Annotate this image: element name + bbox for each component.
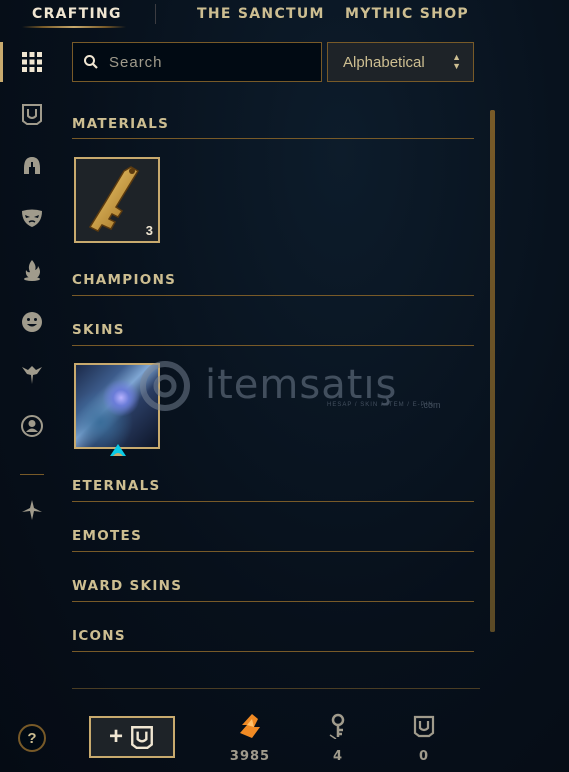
add-chest-button[interactable]: + [89,716,175,758]
chest-icon [413,715,435,738]
sidebar-item-other[interactable] [16,494,48,526]
watermark-domain: .com [421,400,441,410]
sidebar-item-champions[interactable] [16,150,48,182]
sidebar-divider [20,474,44,475]
sort-arrows-icon: ▲ ▼ [452,52,461,71]
sidebar-item-emotes[interactable] [16,306,48,338]
grid-icon [22,52,42,72]
chest-icon [131,726,153,750]
material-count: 3 [145,223,153,238]
currency-value: 0 [418,749,430,764]
watermark: itemsatış HESAP / SKIN / ITEM / E-PIN .c… [125,358,455,418]
sidebar-item-eternals[interactable] [16,254,48,286]
skin-shard-art [76,365,158,447]
chest-icon [22,104,42,125]
sidebar-item-skins[interactable] [16,202,48,234]
section-divider [72,601,474,602]
top-navigation: CRAFTING THE SANCTUM MYTHIC SHOP [0,0,569,28]
search-input[interactable] [109,53,321,71]
section-title-skins: SKINS [72,322,125,338]
search-icon [73,54,109,70]
skin-rarity-gem-icon [110,444,126,456]
ward-icon [22,366,42,384]
section-divider [72,345,474,346]
section-title-eternals: ETERNALS [72,478,161,494]
skin-shard-tile[interactable] [74,363,160,449]
footer-divider [72,688,480,689]
add-button-plus: + [108,723,123,750]
section-divider [72,501,474,502]
emote-face-icon [22,312,42,332]
scrollbar-thumb[interactable] [490,110,495,632]
section-divider [72,295,474,296]
scrollbar[interactable] [490,110,495,632]
help-button[interactable]: ? [18,724,46,752]
sort-dropdown-value: Alphabetical [343,53,425,71]
watermark-text: itemsatış [205,362,398,408]
currency-value: 3985 [229,749,271,764]
section-title-champions: CHAMPIONS [72,272,177,288]
sidebar-item-ward-skins[interactable] [16,358,48,390]
key-icon [329,713,345,739]
sort-dropdown[interactable]: Alphabetical ▲ ▼ [327,42,474,82]
sidebar: ? [0,40,64,772]
section-divider [72,551,474,552]
profile-icon [21,415,43,437]
currency-value: 4 [332,749,344,764]
section-divider [72,651,474,652]
active-tab-underline [22,26,126,28]
section-divider [72,138,474,139]
sidebar-item-icons[interactable] [16,410,48,442]
sidebar-item-all[interactable] [16,46,48,78]
tab-crafting[interactable]: CRAFTING [32,6,122,22]
tab-the-sanctum[interactable]: THE SANCTUM [197,6,325,22]
tab-mythic-shop[interactable]: MYTHIC SHOP [345,6,469,22]
flame-icon [24,260,40,281]
section-title-materials: MATERIALS [72,116,170,132]
nav-divider [155,4,156,24]
currency-chests: 0 [394,712,454,764]
mask-icon [22,209,42,227]
currency-keys: 4 [308,712,368,764]
orange-essence-icon [240,714,260,738]
helmet-icon [24,157,40,174]
sidebar-item-chests[interactable] [16,98,48,130]
sidebar-active-indicator [0,42,3,82]
search-field[interactable] [72,42,322,82]
section-title-ward-skins: WARD SKINS [72,578,183,594]
watermark-subtext: HESAP / SKIN / ITEM / E-PIN [327,402,434,408]
material-tile-key-fragment[interactable]: 3 [74,157,160,243]
section-title-emotes: EMOTES [72,528,143,544]
currency-orange-essence: 3985 [220,712,280,764]
eternals-icon [22,500,42,520]
section-title-icons: ICONS [72,628,126,644]
